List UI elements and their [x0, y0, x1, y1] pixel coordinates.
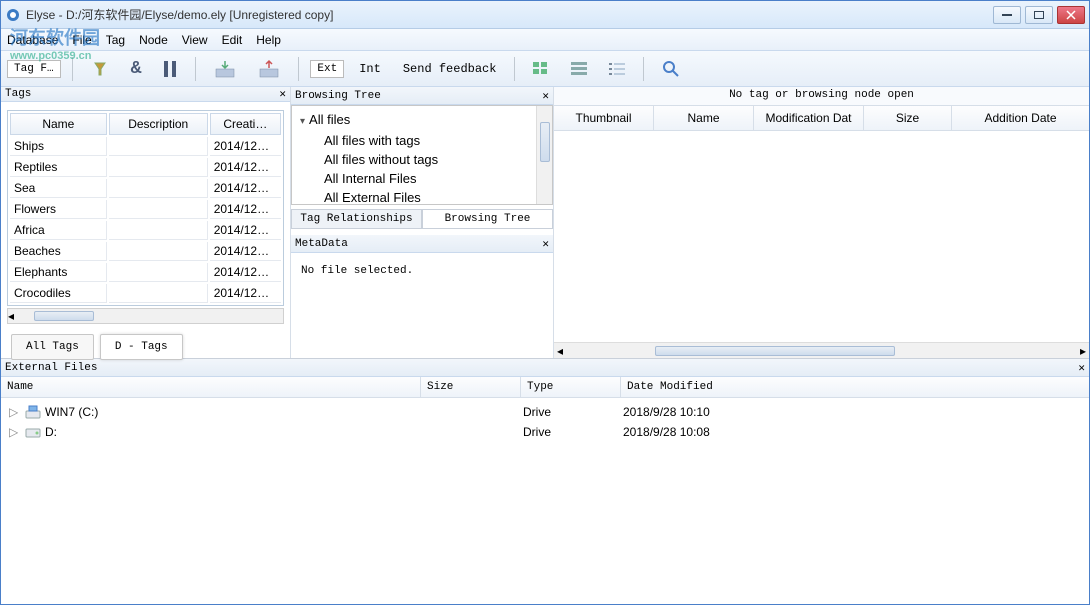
metadata-message: No file selected. [291, 253, 553, 289]
tags-panel: Tags ✕ Name Description Creati… Ships2014… [1, 87, 291, 358]
ext-col-type[interactable]: Type [521, 377, 621, 397]
search-icon[interactable] [655, 57, 687, 81]
metadata-title: MetaData [295, 238, 348, 250]
tag-row[interactable]: Africa2014/12… [10, 221, 281, 240]
pin-icon[interactable] [84, 57, 116, 81]
list-view-icon[interactable] [564, 59, 594, 79]
preview-body [554, 131, 1089, 342]
browsing-panel: Browsing Tree ✕ All files All files with … [291, 87, 554, 358]
thumbnails-view-icon[interactable] [526, 59, 556, 79]
col-adddate[interactable]: Addition Date [952, 106, 1089, 130]
tag-row[interactable]: Flowers2014/12… [10, 200, 281, 219]
external-files-panel: External Files ✕ Name Size Type Date Modi… [1, 358, 1089, 446]
menu-node[interactable]: Node [139, 33, 168, 47]
drive-icon [25, 424, 41, 440]
in-tray-icon[interactable] [207, 56, 243, 82]
pause-icon[interactable] [156, 58, 184, 80]
tags-panel-close-icon[interactable]: ✕ [279, 87, 286, 101]
menu-tag[interactable]: Tag [106, 33, 125, 47]
drive-icon [25, 404, 41, 420]
tag-row[interactable]: Elephants2014/12… [10, 263, 281, 282]
window-title: Elyse - D:/河东软件园/Elyse/demo.ely [Unregis… [26, 6, 993, 23]
tab-d-tags[interactable]: D - Tags [100, 334, 183, 360]
external-title: External Files [5, 362, 97, 374]
tree-root[interactable]: All files [300, 110, 548, 131]
col-created[interactable]: Creati… [210, 113, 281, 135]
main-area: Tags ✕ Name Description Creati… Ships2014… [1, 87, 1089, 358]
details-view-icon[interactable] [602, 59, 632, 79]
expand-icon[interactable]: ▷ [9, 425, 21, 439]
tree-child[interactable]: All files with tags [300, 131, 548, 150]
tab-all-tags[interactable]: All Tags [11, 334, 94, 360]
tree-child[interactable]: All External Files [300, 188, 548, 207]
tab-browsing-tree[interactable]: Browsing Tree [422, 209, 553, 229]
preview-panel: No tag or browsing node open Thumbnail N… [554, 87, 1089, 358]
ext-button[interactable]: Ext [310, 60, 344, 78]
col-name[interactable]: Name [10, 113, 107, 135]
tag-row[interactable]: Ships2014/12… [10, 137, 281, 156]
int-button[interactable]: Int [352, 59, 388, 79]
tags-panel-title: Tags [5, 88, 31, 100]
menubar: Database File Tag Node View Edit Help [1, 29, 1089, 51]
minimize-button[interactable] [993, 6, 1021, 24]
ext-col-date[interactable]: Date Modified [621, 377, 1089, 397]
tags-table[interactable]: Name Description Creati… Ships2014/12… Re… [7, 110, 284, 306]
ampersand-icon[interactable]: & [124, 56, 149, 82]
tag-row[interactable]: Reptiles2014/12… [10, 158, 281, 177]
menu-edit[interactable]: Edit [222, 33, 243, 47]
menu-database[interactable]: Database [7, 33, 58, 47]
col-moddate[interactable]: Modification Dat [754, 106, 864, 130]
external-row[interactable]: ▷D:Drive2018/9/28 10:08 [1, 422, 1089, 442]
col-description[interactable]: Description [109, 113, 208, 135]
send-feedback-button[interactable]: Send feedback [396, 59, 504, 79]
tag-filter-button[interactable]: Tag F… [7, 60, 61, 78]
titlebar: Elyse - D:/河东软件园/Elyse/demo.ely [Unregis… [1, 1, 1089, 29]
tree-vscrollbar[interactable] [536, 106, 552, 204]
tree-child[interactable]: All Internal Files [300, 169, 548, 188]
tab-tag-relationships[interactable]: Tag Relationships [291, 209, 422, 229]
external-rows: ▷WIN7 (C:)Drive2018/9/28 10:10▷D:Drive20… [1, 398, 1089, 446]
external-row[interactable]: ▷WIN7 (C:)Drive2018/9/28 10:10 [1, 402, 1089, 422]
col-size[interactable]: Size [864, 106, 952, 130]
out-tray-icon[interactable] [251, 56, 287, 82]
toolbar: Tag F… & Ext Int Send feedback [1, 51, 1089, 87]
tree-child[interactable]: All files without tags [300, 150, 548, 169]
ext-col-size[interactable]: Size [421, 377, 521, 397]
browsing-title: Browsing Tree [295, 90, 381, 102]
browsing-close-icon[interactable]: ✕ [542, 89, 549, 103]
preview-status: No tag or browsing node open [554, 87, 1089, 105]
menu-help[interactable]: Help [256, 33, 281, 47]
ext-col-name[interactable]: Name [1, 377, 421, 397]
expand-icon[interactable]: ▷ [9, 405, 21, 419]
metadata-close-icon[interactable]: ✕ [542, 237, 549, 251]
tags-hscrollbar[interactable]: ◂ [7, 308, 284, 324]
close-button[interactable] [1057, 6, 1085, 24]
app-icon [5, 7, 21, 23]
preview-hscrollbar[interactable]: ◂▸ [554, 342, 1089, 358]
col-name[interactable]: Name [654, 106, 754, 130]
maximize-button[interactable] [1025, 6, 1053, 24]
browsing-tree[interactable]: All files All files with tags All files … [291, 105, 553, 205]
external-close-icon[interactable]: ✕ [1078, 361, 1085, 375]
tag-row[interactable]: Crocodiles2014/12… [10, 284, 281, 303]
menu-file[interactable]: File [72, 33, 91, 47]
tag-row[interactable]: Sea2014/12… [10, 179, 281, 198]
tag-row[interactable]: Beaches2014/12… [10, 242, 281, 261]
col-thumbnail[interactable]: Thumbnail [554, 106, 654, 130]
menu-view[interactable]: View [182, 33, 208, 47]
